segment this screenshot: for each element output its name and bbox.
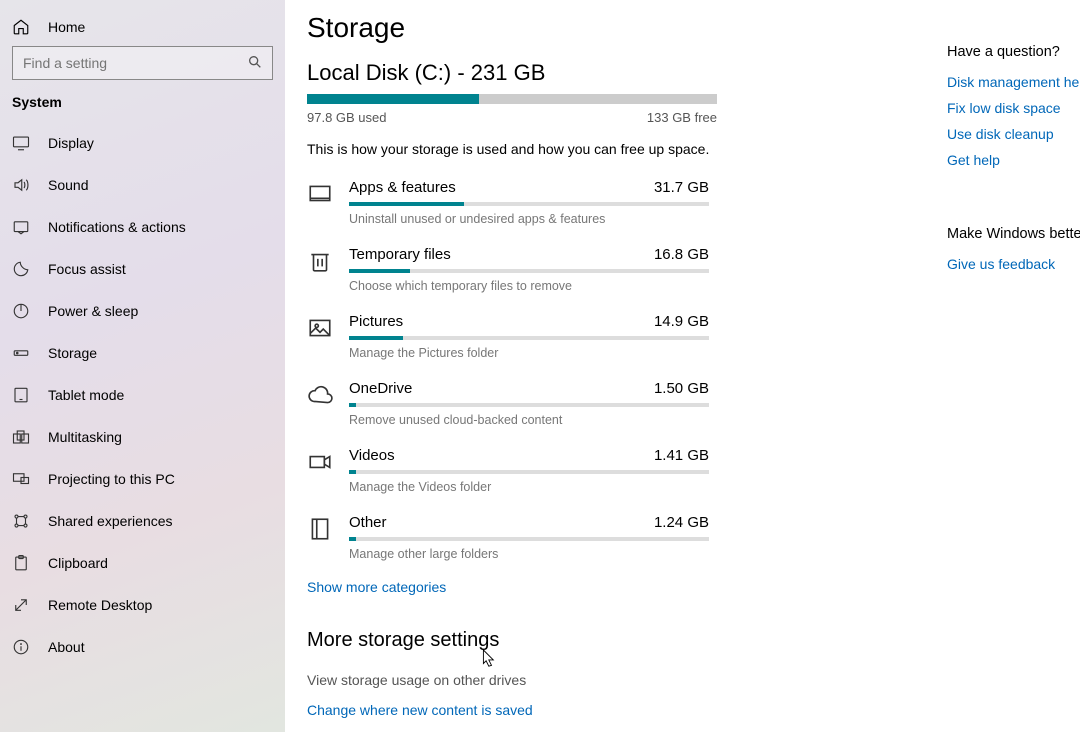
category-size: 1.50 GB bbox=[654, 380, 709, 397]
category-bar bbox=[349, 269, 709, 273]
tablet-icon bbox=[12, 386, 30, 404]
storage-category-trash[interactable]: Temporary files 16.8 GB Choose which tempo… bbox=[307, 238, 907, 305]
sidebar-item-notifications[interactable]: Notifications & actions bbox=[0, 206, 285, 248]
show-more-categories-link[interactable]: Show more categories bbox=[307, 573, 907, 601]
sidebar-item-multitask[interactable]: Multitasking bbox=[0, 416, 285, 458]
more-storage-change-where-new-content-is-saved[interactable]: Change where new content is saved bbox=[307, 702, 907, 718]
sidebar-item-remote[interactable]: Remote Desktop bbox=[0, 584, 285, 626]
category-name: Videos bbox=[349, 447, 395, 464]
sidebar-item-focus[interactable]: Focus assist bbox=[0, 248, 285, 290]
storage-category-video[interactable]: Videos 1.41 GB Manage the Videos folder bbox=[307, 439, 907, 506]
apps-icon bbox=[307, 181, 333, 207]
storage-category-picture[interactable]: Pictures 14.9 GB Manage the Pictures folde… bbox=[307, 305, 907, 372]
sidebar-item-storage[interactable]: Storage bbox=[0, 332, 285, 374]
sidebar-item-display[interactable]: Display bbox=[0, 122, 285, 164]
sidebar-item-label: Display bbox=[48, 135, 94, 151]
about-icon bbox=[12, 638, 30, 656]
category-bar bbox=[349, 202, 709, 206]
make-better-heading: Make Windows better bbox=[947, 226, 1080, 242]
storage-category-other[interactable]: Other 1.24 GB Manage other large folders bbox=[307, 506, 907, 573]
disk-title: Local Disk (C:) - 231 GB bbox=[307, 60, 907, 86]
category-size: 16.8 GB bbox=[654, 246, 709, 263]
help-link-use-disk-cleanup[interactable]: Use disk cleanup bbox=[947, 126, 1080, 142]
remote-icon bbox=[12, 596, 30, 614]
category-size: 1.41 GB bbox=[654, 447, 709, 464]
storage-category-cloud[interactable]: OneDrive 1.50 GB Remove unused cloud-backe… bbox=[307, 372, 907, 439]
category-name: Apps & features bbox=[349, 179, 456, 196]
category-name: Pictures bbox=[349, 313, 403, 330]
page-title: Storage bbox=[307, 12, 907, 44]
sidebar-item-label: Notifications & actions bbox=[48, 219, 186, 235]
other-icon bbox=[307, 516, 333, 542]
display-icon bbox=[12, 134, 30, 152]
main-content: Storage Local Disk (C:) - 231 GB 97.8 GB… bbox=[285, 0, 1080, 732]
settings-sidebar: Home System Display Sound Notifications & … bbox=[0, 0, 285, 732]
category-desc: Manage the Pictures folder bbox=[349, 346, 907, 360]
sidebar-item-tablet[interactable]: Tablet mode bbox=[0, 374, 285, 416]
help-link-fix-low-disk-space[interactable]: Fix low disk space bbox=[947, 100, 1080, 116]
have-question-heading: Have a question? bbox=[947, 44, 1080, 60]
disk-used-label: 97.8 GB used bbox=[307, 110, 387, 125]
sidebar-item-label: Projecting to this PC bbox=[48, 471, 175, 487]
picture-icon bbox=[307, 315, 333, 341]
storage-category-apps[interactable]: Apps & features 31.7 GB Uninstall unused o… bbox=[307, 171, 907, 238]
category-size: 14.9 GB bbox=[654, 313, 709, 330]
category-bar bbox=[349, 403, 709, 407]
sidebar-item-label: Clipboard bbox=[48, 555, 108, 571]
category-name: Temporary files bbox=[349, 246, 451, 263]
disk-usage-bar bbox=[307, 94, 717, 104]
disk-free-label: 133 GB free bbox=[647, 110, 717, 125]
sidebar-item-label: Tablet mode bbox=[48, 387, 124, 403]
sidebar-item-label: Remote Desktop bbox=[48, 597, 152, 613]
category-desc: Choose which temporary files to remove bbox=[349, 279, 907, 293]
give-feedback-link[interactable]: Give us feedback bbox=[947, 256, 1080, 272]
project-icon bbox=[12, 470, 30, 488]
sidebar-item-label: About bbox=[48, 639, 85, 655]
sidebar-item-sound[interactable]: Sound bbox=[0, 164, 285, 206]
category-desc: Manage the Videos folder bbox=[349, 480, 907, 494]
power-icon bbox=[12, 302, 30, 320]
category-desc: Remove unused cloud-backed content bbox=[349, 413, 907, 427]
category-name: OneDrive bbox=[349, 380, 412, 397]
sidebar-item-label: Shared experiences bbox=[48, 513, 173, 529]
category-bar bbox=[349, 336, 709, 340]
home-nav[interactable]: Home bbox=[0, 14, 285, 46]
category-bar bbox=[349, 470, 709, 474]
notifications-icon bbox=[12, 218, 30, 236]
category-desc: Uninstall unused or undesired apps & fea… bbox=[349, 212, 907, 226]
sidebar-item-label: Focus assist bbox=[48, 261, 126, 277]
home-label: Home bbox=[48, 19, 85, 35]
category-name: Other bbox=[349, 514, 387, 531]
sidebar-item-label: Storage bbox=[48, 345, 97, 361]
sound-icon bbox=[12, 176, 30, 194]
help-link-get-help[interactable]: Get help bbox=[947, 152, 1080, 168]
focus-icon bbox=[12, 260, 30, 278]
search-input[interactable] bbox=[12, 46, 273, 80]
sidebar-item-label: Sound bbox=[48, 177, 88, 193]
category-bar bbox=[349, 537, 709, 541]
sidebar-item-shared[interactable]: Shared experiences bbox=[0, 500, 285, 542]
cloud-icon bbox=[307, 382, 333, 408]
storage-icon bbox=[12, 344, 30, 362]
category-label: System bbox=[0, 94, 285, 122]
help-link-disk-management-help[interactable]: Disk management help bbox=[947, 74, 1080, 90]
multitask-icon bbox=[12, 428, 30, 446]
sidebar-item-label: Multitasking bbox=[48, 429, 122, 445]
sidebar-item-about[interactable]: About bbox=[0, 626, 285, 668]
shared-icon bbox=[12, 512, 30, 530]
storage-intro: This is how your storage is used and how… bbox=[307, 141, 907, 157]
more-storage-heading: More storage settings bbox=[307, 629, 907, 652]
sidebar-item-clipboard[interactable]: Clipboard bbox=[0, 542, 285, 584]
category-size: 31.7 GB bbox=[654, 179, 709, 196]
trash-icon bbox=[307, 248, 333, 274]
sidebar-item-label: Power & sleep bbox=[48, 303, 138, 319]
sidebar-item-project[interactable]: Projecting to this PC bbox=[0, 458, 285, 500]
home-icon bbox=[12, 18, 30, 36]
category-size: 1.24 GB bbox=[654, 514, 709, 531]
clipboard-icon bbox=[12, 554, 30, 572]
category-desc: Manage other large folders bbox=[349, 547, 907, 561]
more-storage-view-storage-usage-on-other-drives[interactable]: View storage usage on other drives bbox=[307, 672, 907, 688]
video-icon bbox=[307, 449, 333, 475]
sidebar-item-power[interactable]: Power & sleep bbox=[0, 290, 285, 332]
